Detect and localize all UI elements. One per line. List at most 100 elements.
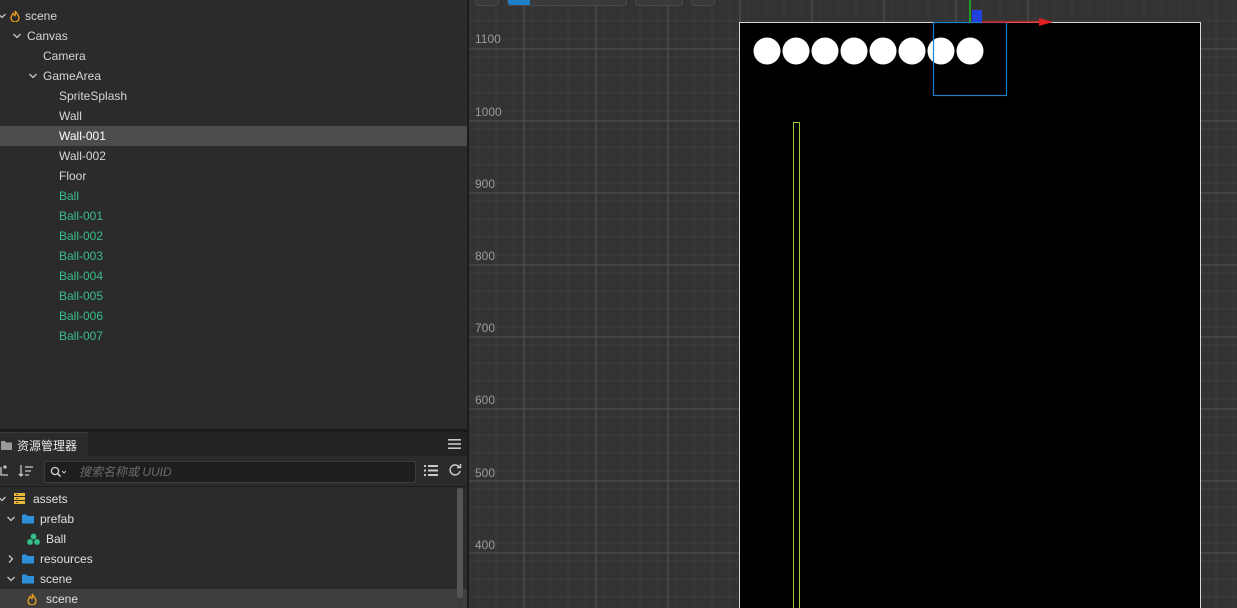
asset-item-label: assets — [33, 492, 68, 506]
assets-scrollbar[interactable] — [457, 488, 463, 608]
y-axis-label: 1100 — [475, 32, 501, 46]
hierarchy-node[interactable]: Camera — [0, 46, 467, 66]
ball[interactable] — [869, 37, 897, 65]
asset-item[interactable]: prefab — [0, 509, 467, 529]
hierarchy-node[interactable]: Ball-005 — [0, 286, 467, 306]
ball[interactable] — [811, 37, 839, 65]
add-icon[interactable] — [0, 464, 10, 478]
chevron-right-icon[interactable] — [7, 555, 15, 563]
y-axis-label: 700 — [475, 321, 496, 335]
prefab-icon — [27, 533, 40, 545]
assets-toolbar — [0, 456, 467, 487]
hierarchy-node[interactable]: Ball-002 — [0, 226, 467, 246]
hierarchy-node[interactable]: Floor — [0, 166, 467, 186]
y-axis-label: 600 — [475, 393, 496, 407]
search-icon[interactable] — [50, 466, 66, 478]
hierarchy-node-label: GameArea — [43, 69, 102, 83]
hierarchy-node-label: Canvas — [27, 29, 68, 43]
folder-icon — [22, 554, 34, 564]
y-axis-label: 800 — [475, 249, 496, 263]
ball[interactable] — [956, 37, 984, 65]
chevron-down-icon[interactable] — [7, 515, 15, 523]
toolbar-button-3[interactable] — [635, 0, 683, 6]
database-icon — [14, 493, 25, 504]
chevron-down-icon[interactable] — [0, 495, 6, 503]
assets-tab-label: 资源管理器 — [17, 439, 78, 453]
asset-item-label: resources — [40, 552, 93, 566]
hierarchy-node[interactable]: Wall-002 — [0, 146, 467, 166]
hierarchy-node-label: Wall-002 — [59, 149, 106, 163]
hierarchy-node[interactable]: Canvas — [0, 26, 467, 46]
hierarchy-node[interactable]: GameArea — [0, 66, 467, 86]
chevron-down-icon[interactable] — [13, 32, 21, 40]
hierarchy-node[interactable]: Wall-001 — [0, 126, 467, 146]
gizmo-z-handle[interactable] — [972, 10, 982, 22]
asset-item-label: Ball — [46, 532, 67, 546]
asset-item-label: scene — [46, 592, 79, 606]
hierarchy-node[interactable]: Ball — [0, 186, 467, 206]
asset-item[interactable]: assets — [0, 489, 467, 509]
menu-icon[interactable] — [448, 438, 461, 450]
toolbar-button-1[interactable] — [475, 0, 499, 6]
hierarchy-node-label: Ball-006 — [59, 309, 104, 323]
scene-view[interactable]: 1100 1000 900 800 700 600 500 400 — [469, 0, 1237, 608]
folder-icon — [1, 441, 12, 450]
hierarchy-node-label: Wall — [59, 109, 82, 123]
hierarchy-node[interactable]: Ball-003 — [0, 246, 467, 266]
hierarchy-node-scene[interactable]: scene — [0, 6, 467, 26]
hierarchy-node[interactable]: Wall — [0, 106, 467, 126]
asset-item-label: scene — [40, 572, 73, 586]
hierarchy-node-label: Ball-005 — [59, 289, 104, 303]
toolbar-button-2[interactable] — [507, 0, 627, 6]
y-axis-label: 900 — [475, 177, 496, 191]
chevron-down-icon[interactable] — [0, 12, 6, 20]
asset-item[interactable]: scene — [0, 569, 467, 589]
assets-search-input[interactable] — [79, 462, 409, 482]
hierarchy-node-label: Ball-001 — [59, 209, 104, 223]
chevron-down-icon[interactable] — [7, 575, 15, 583]
hierarchy-node-label: Ball — [59, 189, 80, 203]
hierarchy-node-label: Ball-003 — [59, 249, 104, 263]
asset-item[interactable]: scene — [0, 589, 467, 608]
y-axis-label: 400 — [475, 538, 496, 552]
ball[interactable] — [782, 37, 810, 65]
hierarchy-node-label: Ball-007 — [59, 329, 104, 343]
assets-header: 资源管理器 — [0, 432, 467, 457]
hierarchy-node[interactable]: SpriteSplash — [0, 86, 467, 106]
asset-item[interactable]: resources — [0, 549, 467, 569]
hierarchy-node-label: scene — [25, 9, 58, 23]
hierarchy-node[interactable]: Ball-001 — [0, 206, 467, 226]
chevron-down-icon[interactable] — [29, 72, 37, 80]
ball[interactable] — [898, 37, 926, 65]
ball[interactable] — [753, 37, 781, 65]
tab-assets[interactable]: 资源管理器 — [0, 432, 88, 457]
asset-item[interactable]: Ball — [0, 529, 467, 549]
folder-icon — [22, 574, 34, 584]
assets-search-box[interactable] — [44, 461, 416, 483]
left-panel: scene Canvas Camera GameArea SpriteSplash Wal… — [0, 0, 467, 608]
hierarchy-node-label: SpriteSplash — [59, 89, 128, 103]
assets-tree: assets prefab Ball resources scene scene — [0, 487, 467, 608]
scene-canvas[interactable] — [469, 0, 1237, 608]
refresh-icon[interactable] — [448, 463, 462, 477]
hierarchy-node[interactable]: Ball-007 — [0, 326, 467, 346]
toolbar-button-4[interactable] — [691, 0, 715, 6]
ball[interactable] — [927, 37, 955, 65]
scrollbar-thumb[interactable] — [457, 488, 463, 598]
scene-icon — [10, 10, 20, 22]
game-canvas[interactable] — [739, 22, 1201, 608]
hierarchy-panel: scene Canvas Camera GameArea SpriteSplash Wal… — [0, 0, 467, 430]
asset-item-label: prefab — [40, 512, 75, 526]
list-view-icon[interactable] — [424, 464, 438, 477]
hierarchy-node-label: Ball-002 — [59, 229, 104, 243]
ball[interactable] — [840, 37, 868, 65]
hierarchy-node-label: Floor — [59, 169, 87, 183]
hierarchy-node[interactable]: Ball-004 — [0, 266, 467, 286]
hierarchy-node-label: Camera — [43, 49, 86, 63]
sort-icon[interactable] — [18, 464, 34, 478]
y-axis-label: 500 — [475, 466, 496, 480]
hierarchy-node-label: Ball-004 — [59, 269, 104, 283]
folder-icon — [22, 514, 34, 524]
hierarchy-node[interactable]: Ball-006 — [0, 306, 467, 326]
toolbar-button-active[interactable] — [508, 0, 530, 5]
